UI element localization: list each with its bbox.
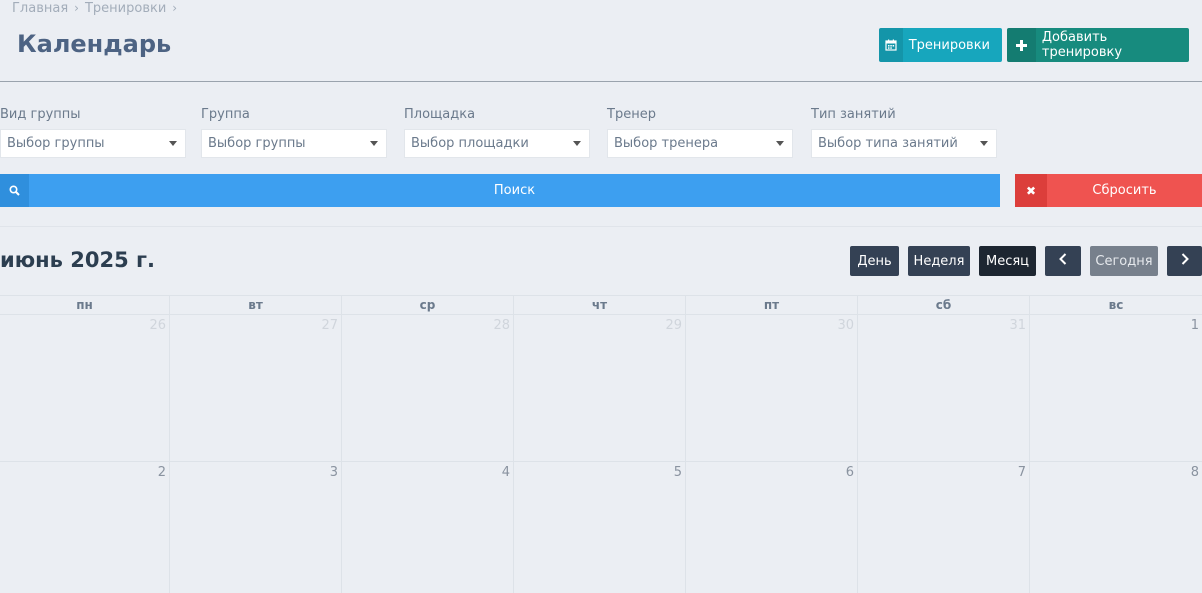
calendar-grid: пн вт ср чт пт сб вс 26 27 28 29 30 31 1…	[0, 295, 1202, 593]
day-view-button[interactable]: День	[850, 246, 899, 276]
caret-down-icon	[169, 141, 177, 146]
week-row: 26 27 28 29 30 31 1	[0, 315, 1202, 462]
weekday-mon: пн	[0, 296, 170, 314]
reset-button[interactable]: ✖ Сбросить	[1015, 174, 1202, 207]
weekday-header: пн вт ср чт пт сб вс	[0, 295, 1202, 315]
day-cell[interactable]: 30	[686, 315, 858, 461]
filter-label: Группа	[201, 107, 250, 122]
filter-group-type: Вид группы Выбор группы	[0, 106, 186, 158]
select-value: Выбор типа занятий	[818, 136, 958, 151]
weekday-sun: вс	[1108, 298, 1124, 312]
prev-button[interactable]	[1045, 246, 1081, 276]
chevron-right-icon: ›	[74, 1, 79, 15]
venue-select[interactable]: Выбор площадки	[404, 129, 590, 158]
day-cell[interactable]: 6	[686, 462, 858, 593]
day-cell[interactable]: 5	[514, 462, 686, 593]
filter-venue: Площадка Выбор площадки	[404, 106, 590, 158]
trainings-button[interactable]: Тренировки	[879, 28, 1002, 62]
close-icon: ✖	[1015, 174, 1047, 207]
filter-label: Площадка	[404, 107, 476, 122]
filter-group: Группа Выбор группы	[201, 106, 387, 158]
caret-down-icon	[980, 141, 988, 146]
page-title: Календарь	[17, 30, 172, 58]
calendar-icon	[879, 28, 903, 62]
trainings-button-label: Тренировки	[908, 37, 990, 53]
day-cell[interactable]: 27	[170, 315, 342, 461]
caret-down-icon	[776, 141, 784, 146]
day-cell[interactable]: 28	[342, 315, 514, 461]
caret-down-icon	[370, 141, 378, 146]
weekday-sat: сб	[858, 296, 1030, 314]
add-training-button[interactable]: Добавить тренировку	[1007, 28, 1189, 62]
group-select[interactable]: Выбор группы	[201, 129, 387, 158]
select-value: Выбор тренера	[614, 136, 719, 151]
filter-coach: Тренер Выбор тренера	[607, 106, 793, 158]
select-value: Выбор площадки	[411, 136, 529, 151]
day-cell[interactable]: 7	[858, 462, 1030, 593]
day-cell[interactable]: 1	[1030, 315, 1202, 461]
session-type-select[interactable]: Выбор типа занятий	[811, 129, 997, 158]
filter-session-type: Тип занятий Выбор типа занятий	[811, 106, 997, 158]
day-cell[interactable]: 2	[0, 462, 170, 593]
weekday-tue: вт	[170, 296, 342, 314]
filter-label: Тип занятий	[811, 107, 896, 122]
search-icon	[0, 174, 29, 207]
weekday-wed: ср	[342, 296, 514, 314]
coach-select[interactable]: Выбор тренера	[607, 129, 793, 158]
search-button[interactable]: Поиск	[0, 174, 1000, 207]
day-cell[interactable]: 8	[1030, 462, 1202, 593]
group-type-select[interactable]: Выбор группы	[0, 129, 186, 158]
chevron-right-icon: ›	[172, 1, 178, 15]
select-value: Выбор группы	[7, 136, 105, 151]
month-view-button[interactable]: Месяц	[979, 246, 1036, 276]
reset-button-label: Сбросить	[1092, 183, 1157, 198]
calendar-title: июнь 2025 г.	[0, 248, 155, 272]
weekday-thu: чт	[514, 296, 686, 314]
breadcrumb: Главная › Тренировки ›	[12, 0, 177, 16]
breadcrumb-home[interactable]: Главная	[12, 1, 68, 16]
day-cell[interactable]: 26	[0, 315, 170, 461]
day-cell[interactable]: 3	[170, 462, 342, 593]
today-button[interactable]: Сегодня	[1090, 246, 1158, 276]
plus-icon	[1007, 28, 1036, 62]
week-view-button[interactable]: Неделя	[908, 246, 970, 276]
breadcrumb-trainings[interactable]: Тренировки	[85, 1, 166, 16]
chevron-right-icon	[1181, 253, 1189, 269]
week-row: 2 3 4 5 6 7 8	[0, 462, 1202, 593]
select-value: Выбор группы	[208, 136, 306, 151]
add-training-button-label: Добавить тренировку	[1041, 30, 1123, 60]
day-cell[interactable]: 29	[514, 315, 686, 461]
caret-down-icon	[573, 141, 581, 146]
next-button[interactable]	[1167, 246, 1202, 276]
search-button-label: Поиск	[493, 183, 536, 198]
header-divider	[0, 81, 1202, 82]
section-divider	[0, 226, 1202, 227]
day-cell[interactable]: 31	[858, 315, 1030, 461]
filter-label: Вид группы	[0, 107, 81, 122]
chevron-left-icon	[1059, 253, 1067, 269]
weekday-fri: пт	[686, 296, 858, 314]
filter-label: Тренер	[607, 107, 656, 122]
day-cell[interactable]: 4	[342, 462, 514, 593]
